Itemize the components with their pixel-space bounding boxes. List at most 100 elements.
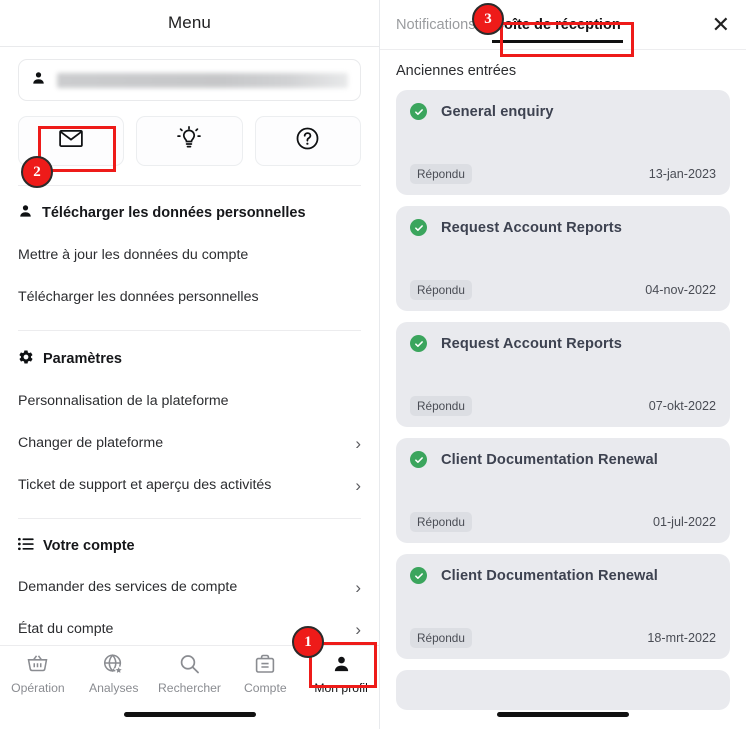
profile-name-redacted [57, 72, 348, 88]
card-footer: Répondu 07-okt-2022 [410, 396, 716, 416]
card-header: Client Documentation Renewal [410, 567, 716, 584]
tabbar-item-my-profile[interactable]: Mon profil [303, 654, 379, 695]
menu-item-label: Changer de plateforme [18, 435, 164, 451]
chevron-right-icon: › [355, 433, 361, 453]
mail-icon [59, 129, 83, 153]
help-circle-icon [295, 126, 320, 156]
page-title: Menu [168, 13, 211, 32]
card-footer: Répondu 01-jul-2022 [410, 512, 716, 532]
tabbar-item-label: Analyses [88, 681, 139, 695]
card-date: 13-jan-2023 [648, 167, 716, 181]
section-header-label: Paramètres [43, 351, 122, 367]
header-divider [0, 46, 379, 47]
card-footer: Répondu 13-jan-2023 [410, 164, 716, 184]
inbox-card[interactable]: Client Documentation Renewal Répondu 01-… [396, 438, 730, 543]
quick-actions-row [18, 116, 361, 166]
status-badge: Répondu [410, 628, 472, 648]
tabbar-item-search[interactable]: Rechercher [152, 654, 228, 695]
check-circle-icon [410, 103, 427, 120]
screen-root: Menu Télécharger les données personnelle… [0, 0, 746, 729]
inbox-card[interactable]: Request Account Reports Répondu 07-okt-2… [396, 322, 730, 427]
card-title: Client Documentation Renewal [441, 451, 658, 468]
card-title: Request Account Reports [441, 335, 622, 352]
tabbar-item-analyses[interactable]: Analyses [76, 654, 152, 695]
close-icon[interactable]: ✕ [712, 13, 730, 36]
menu-item-label: Mettre à jour les données du compte [18, 247, 249, 263]
menu-item-platform-personalisation[interactable]: Personnalisation de la plateforme [18, 380, 361, 422]
briefcase-icon [255, 654, 275, 677]
tabbar-item-account[interactable]: Compte [227, 654, 303, 695]
card-date: 04-nov-2022 [645, 283, 716, 297]
check-circle-icon [410, 567, 427, 584]
tabbar-item-operation[interactable]: Opération [0, 654, 76, 695]
status-badge: Répondu [410, 512, 472, 532]
section-divider [18, 185, 361, 186]
inbox-tabs: Notifications Boîte de réception ✕ [380, 0, 746, 50]
inbox-card[interactable]: Client Documentation Renewal Répondu 18-… [396, 554, 730, 659]
card-header: Request Account Reports [410, 219, 716, 236]
check-circle-icon [410, 451, 427, 468]
search-icon [179, 654, 200, 677]
menu-item-change-platform[interactable]: Changer de plateforme › [18, 422, 361, 464]
card-header: Request Account Reports [410, 335, 716, 352]
annotation-badge-2: 2 [21, 156, 53, 188]
card-footer: Répondu 04-nov-2022 [410, 280, 716, 300]
card-date: 18-mrt-2022 [647, 631, 716, 645]
tabbar-item-label: Mon profil [314, 681, 368, 695]
menu-pane: Menu Télécharger les données personnelle… [0, 0, 380, 729]
quick-action-tips[interactable] [136, 116, 243, 166]
card-header: General enquiry [410, 103, 716, 120]
home-indicator [497, 712, 629, 717]
card-title: Client Documentation Renewal [441, 567, 658, 584]
card-footer: Répondu 18-mrt-2022 [410, 628, 716, 648]
person-icon [18, 203, 33, 223]
section-divider [18, 518, 361, 519]
menu-item-label: Ticket de support et aperçu des activité… [18, 477, 272, 493]
menu-item-label: Télécharger les données personnelles [18, 289, 259, 305]
basket-icon [27, 654, 48, 677]
tab-boite-de-reception[interactable]: Boîte de réception [491, 17, 624, 43]
section-header-label: Votre compte [43, 538, 135, 554]
menu-item-label: Personnalisation de la plateforme [18, 393, 229, 409]
menu-item-update-account-data[interactable]: Mettre à jour les données du compte [18, 234, 361, 276]
status-badge: Répondu [410, 396, 472, 416]
globe-star-icon [103, 654, 125, 677]
annotation-badge-3: 3 [472, 3, 504, 35]
card-date: 07-okt-2022 [648, 399, 716, 413]
menu-item-support-ticket[interactable]: Ticket de support et aperçu des activité… [18, 464, 361, 506]
inbox-card-partial[interactable] [396, 670, 730, 710]
section-header-your-account: Votre compte [18, 537, 361, 555]
quick-action-help[interactable] [254, 116, 361, 166]
menu-item-download-personal-data[interactable]: Télécharger les données personnelles [18, 276, 361, 318]
chevron-right-icon: › [355, 475, 361, 495]
tabbar-item-label: Rechercher [157, 681, 221, 695]
tabbar-item-label: Compte [243, 681, 287, 695]
section-divider [18, 330, 361, 331]
bottom-tab-bar: Opération Analyses Rechercher Compte Mon… [0, 645, 379, 729]
inbox-pane: Notifications Boîte de réception ✕ Ancie… [380, 0, 746, 729]
menu-item-label: Demander des services de compte [18, 579, 238, 595]
inbox-card[interactable]: Request Account Reports Répondu 04-nov-2… [396, 206, 730, 311]
annotation-badge-1: 1 [292, 626, 324, 658]
person-icon [31, 70, 46, 91]
card-title: Request Account Reports [441, 219, 622, 236]
menu-item-label: État du compte [18, 621, 114, 637]
chevron-right-icon: › [355, 577, 361, 597]
check-circle-icon [410, 335, 427, 352]
chevron-right-icon: › [355, 619, 361, 639]
section-header-settings: Paramètres [18, 349, 361, 369]
home-indicator [123, 712, 256, 717]
tabbar-item-label: Opération [11, 681, 65, 695]
card-header: Client Documentation Renewal [410, 451, 716, 468]
status-badge: Répondu [410, 164, 472, 184]
list-section-title: Anciennes entrées [396, 63, 517, 79]
inbox-card[interactable]: General enquiry Répondu 13-jan-2023 [396, 90, 730, 195]
card-title: General enquiry [441, 103, 554, 120]
menu-item-request-account-services[interactable]: Demander des services de compte › [18, 566, 361, 608]
lightbulb-icon [177, 126, 202, 156]
card-date: 01-jul-2022 [652, 515, 716, 529]
section-header-personal-data: Télécharger les données personnelles [18, 203, 361, 223]
person-icon [332, 654, 351, 677]
profile-name-field[interactable] [18, 59, 361, 101]
tab-notifications[interactable]: Notifications [396, 17, 476, 33]
